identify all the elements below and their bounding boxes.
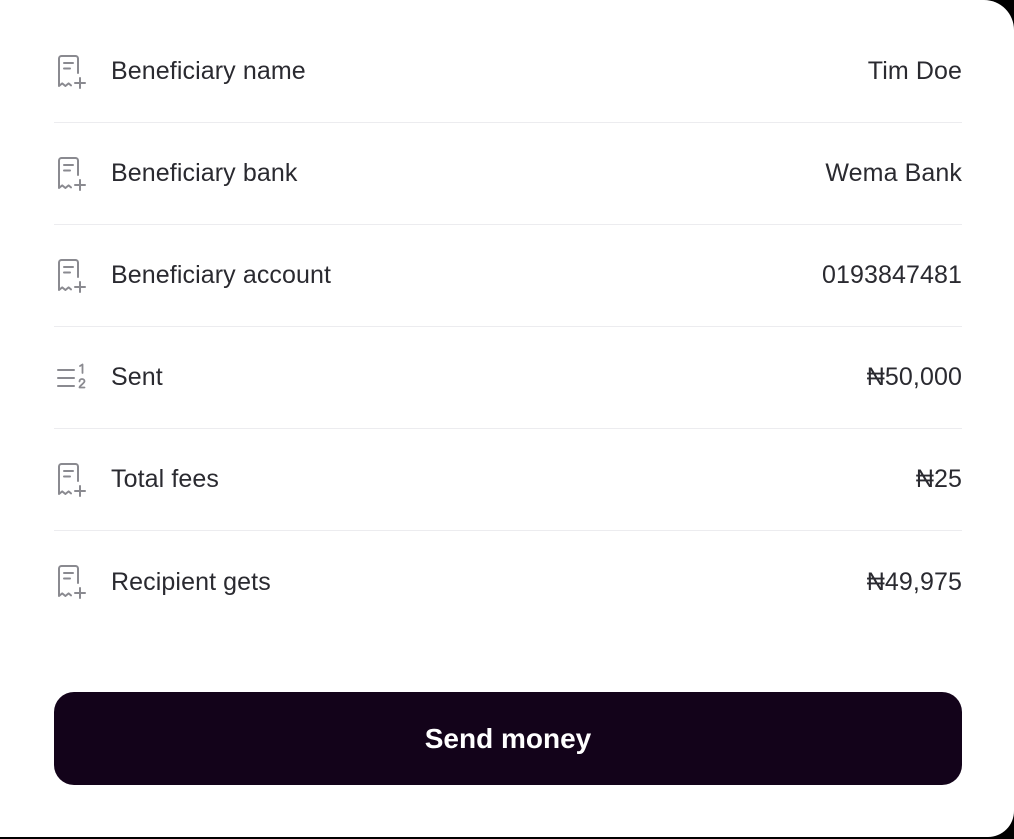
sent-value: ₦50,000 bbox=[866, 363, 962, 391]
total-fees-label: Total fees bbox=[111, 465, 220, 493]
receipt-add-icon bbox=[54, 258, 90, 294]
summary-row-beneficiary-name: Beneficiary name Tim Doe bbox=[54, 21, 962, 123]
total-fees-value: ₦25 bbox=[915, 465, 962, 493]
summary-row-sent: Sent ₦50,000 bbox=[54, 327, 962, 429]
beneficiary-name-value: Tim Doe bbox=[867, 57, 962, 85]
beneficiary-bank-value: Wema Bank bbox=[825, 159, 962, 187]
send-money-button[interactable]: Send money bbox=[54, 692, 962, 785]
beneficiary-name-label: Beneficiary name bbox=[111, 57, 306, 85]
beneficiary-account-label: Beneficiary account bbox=[111, 261, 332, 289]
recipient-gets-value: ₦49,975 bbox=[866, 567, 962, 596]
summary-list: Beneficiary name Tim Doe Beneficiary ban… bbox=[54, 21, 962, 633]
summary-row-total-fees: Total fees ₦25 bbox=[54, 429, 962, 531]
beneficiary-account-value: 0193847481 bbox=[821, 261, 962, 289]
recipient-gets-label: Recipient gets bbox=[111, 567, 271, 596]
list-ordered-icon bbox=[54, 360, 90, 396]
receipt-add-icon bbox=[54, 54, 90, 90]
summary-row-beneficiary-account: Beneficiary account 0193847481 bbox=[54, 225, 962, 327]
summary-row-recipient-gets: Recipient gets ₦49,975 bbox=[54, 531, 962, 633]
beneficiary-bank-label: Beneficiary bank bbox=[111, 159, 298, 187]
transfer-summary-card: Beneficiary name Tim Doe Beneficiary ban… bbox=[0, 0, 1014, 837]
summary-row-beneficiary-bank: Beneficiary bank Wema Bank bbox=[54, 123, 962, 225]
receipt-add-icon bbox=[54, 156, 90, 192]
receipt-add-icon bbox=[54, 564, 90, 600]
receipt-add-icon bbox=[54, 462, 90, 498]
sent-label: Sent bbox=[111, 363, 163, 391]
